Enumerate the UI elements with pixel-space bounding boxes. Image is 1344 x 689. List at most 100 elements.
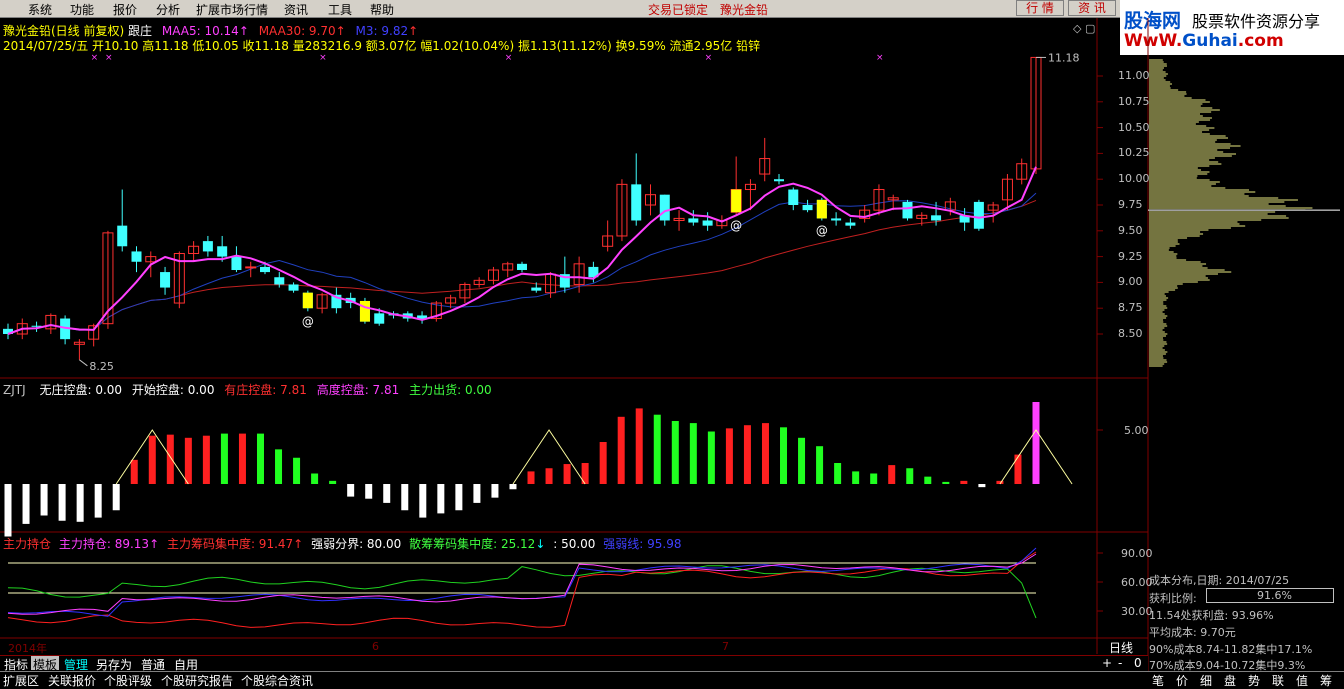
right-tab-7[interactable]: 筹	[1320, 672, 1332, 689]
tab-manage[interactable]: 管理	[62, 656, 90, 672]
ind2-bar	[311, 473, 319, 484]
ind3-label-2: 主力筹码集中度: 91.47	[166, 537, 294, 551]
ind2-bar	[725, 428, 733, 484]
right-tab-4[interactable]: 势	[1248, 672, 1260, 689]
candle-body	[845, 222, 856, 226]
candle-body	[902, 201, 913, 219]
period-label[interactable]: 日线	[1109, 639, 1133, 656]
ind3-label-1: 主力持仓: 89.13	[58, 537, 150, 551]
ind2-bar	[1032, 402, 1040, 484]
ind2-bar	[40, 484, 48, 516]
right-tab-2[interactable]: 细	[1200, 672, 1212, 689]
ind2-bar	[383, 484, 391, 503]
cost-dist-title: 成本分布,日期: 2014/07/25	[1149, 574, 1290, 587]
ind2-bar	[798, 437, 806, 484]
ind2-label-4: 主力出货: 0.00	[409, 383, 492, 397]
ind2-bar	[419, 484, 427, 518]
candle-body	[774, 179, 784, 182]
signal-marker: @	[730, 218, 742, 232]
candle-body	[973, 201, 984, 229]
ind2-label-2: 有庄控盘: 7.81	[224, 383, 307, 397]
ind2-bar	[942, 481, 950, 484]
status-research-report[interactable]: 个股研究报告	[161, 672, 233, 689]
low-price-label: 8.25	[89, 360, 114, 373]
ind2-bar	[275, 449, 283, 484]
status-stock-news[interactable]: 个股综合资讯	[241, 672, 313, 689]
ind2-bar	[761, 423, 769, 484]
zoom-reset-button[interactable]: 0	[1134, 656, 1142, 670]
tab-save-as[interactable]: 另存为	[94, 656, 134, 672]
tab-custom[interactable]: 自用	[172, 656, 200, 672]
candle-body	[788, 189, 799, 205]
ind2-bar	[924, 476, 932, 484]
ind2-bar	[617, 416, 625, 484]
price-axis-label: 9.25	[1118, 249, 1143, 263]
highlight-candle	[731, 189, 742, 213]
status-ext-area[interactable]: 扩展区	[3, 672, 39, 689]
ind2-bar	[202, 435, 210, 484]
ind3-label-3: 强弱分界: 80.00	[311, 537, 402, 551]
ind2-label-3: 高度控盘: 7.81	[316, 383, 400, 397]
tab-normal[interactable]: 普通	[139, 656, 167, 672]
status-related-quote[interactable]: 关联报价	[48, 672, 96, 689]
top-x-mark: ×	[105, 53, 113, 63]
ind3-label-6: 强弱线: 95.98	[603, 537, 682, 551]
indicator-pane-position	[7, 547, 1103, 628]
ind2-bar	[22, 484, 30, 524]
profit-ratio-bar: 91.6%	[1206, 588, 1334, 603]
right-tab-6[interactable]: 值	[1296, 672, 1308, 689]
right-tab-0[interactable]: 笔	[1152, 672, 1164, 689]
candle-body	[517, 263, 527, 271]
ind2-bar	[184, 437, 192, 484]
ind2-bar	[491, 484, 499, 498]
strength-line	[7, 547, 1037, 617]
candle-body	[802, 205, 813, 211]
highlight-candle	[816, 199, 827, 219]
price-axis-label: 10.00	[1118, 172, 1150, 186]
ind2-bar	[689, 423, 697, 484]
ind2-bar	[130, 459, 138, 484]
candle-body	[231, 256, 242, 271]
ind2-bar	[635, 408, 643, 484]
price-axis-label: 10.50	[1118, 120, 1150, 134]
ind2-bar	[437, 484, 445, 514]
ind2-bar	[148, 435, 156, 484]
price-axis-label: 8.75	[1118, 301, 1143, 315]
zoom-in-button[interactable]: +	[1102, 656, 1112, 670]
candle-body	[659, 194, 670, 221]
ind2-bar	[870, 473, 878, 484]
right-tab-1[interactable]: 价	[1176, 672, 1188, 689]
ind2-bar	[599, 442, 607, 484]
ind2-bar	[1014, 454, 1022, 484]
candle-body	[702, 220, 713, 226]
ind2-label-1: 开始控盘: 0.00	[131, 383, 215, 397]
candle-body	[688, 218, 699, 223]
tab-indicator[interactable]: 指标	[2, 656, 30, 672]
top-x-mark: ×	[505, 53, 513, 63]
tab-template[interactable]: 模板	[31, 656, 60, 672]
price-axis-label: 10.75	[1118, 94, 1150, 108]
price-axis-label: 10.25	[1118, 146, 1150, 160]
loose-chip-line	[7, 565, 1037, 619]
ind3-label-5: : 50.00	[553, 537, 596, 551]
profit-at-price: 11.54处获利盘: 93.96%	[1149, 609, 1274, 622]
right-tab-5[interactable]: 联	[1272, 672, 1284, 689]
cost-90-range: 90%成本8.74-11.82集中17.1%	[1149, 643, 1313, 656]
candle-body	[631, 184, 642, 221]
candle-body	[160, 272, 171, 288]
ind2-label-0: 无庄控盘: 0.00	[39, 383, 123, 397]
ind2-bar	[852, 471, 860, 484]
top-x-mark: ×	[876, 53, 884, 63]
ind2-bar	[780, 427, 788, 484]
price-axis-label: 11.00	[1118, 69, 1150, 82]
zoom-out-button[interactable]: -	[1118, 656, 1122, 670]
candle-body	[274, 277, 285, 285]
ind3-axis-30: 30.00	[1121, 605, 1153, 618]
ind2-bar	[365, 484, 373, 499]
ind2-bar	[834, 463, 842, 484]
ind2-bar	[347, 484, 355, 497]
candle-body	[131, 251, 142, 262]
maa5-line	[7, 166, 1037, 335]
right-tab-3[interactable]: 盘	[1224, 672, 1236, 689]
status-stock-rating[interactable]: 个股评级	[104, 672, 152, 689]
